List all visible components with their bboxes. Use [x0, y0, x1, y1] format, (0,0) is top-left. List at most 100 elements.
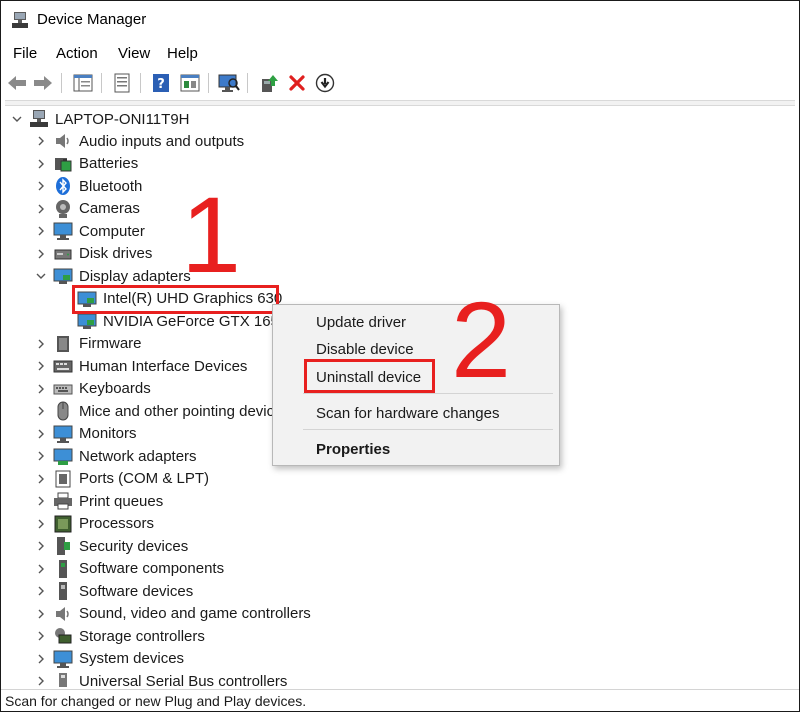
tree-root-label: LAPTOP-ONI11T9H: [55, 110, 190, 128]
display-adapter-icon: [53, 266, 73, 286]
resource-view-icon[interactable]: [178, 71, 202, 95]
tree-root[interactable]: LAPTOP-ONI11T9H: [11, 108, 190, 130]
chevron-right-icon[interactable]: [35, 648, 47, 670]
chevron-right-icon[interactable]: [35, 175, 47, 197]
tree-item-security-devices[interactable]: Security devices: [35, 535, 188, 557]
chevron-right-icon[interactable]: [35, 423, 47, 445]
chevron-right-icon[interactable]: [35, 445, 47, 467]
title-bar: Device Manager: [1, 1, 799, 39]
menu-file[interactable]: File: [11, 43, 39, 65]
menu-item-update-driver[interactable]: Update driver: [316, 314, 406, 331]
chevron-right-icon[interactable]: [35, 355, 47, 377]
tree-item-batteries[interactable]: Batteries: [35, 153, 138, 175]
tree-item-audio[interactable]: Audio inputs and outputs: [35, 130, 244, 152]
tree-item-computer[interactable]: Computer: [35, 220, 145, 242]
chevron-right-icon[interactable]: [35, 378, 47, 400]
menu-item-scan-hardware[interactable]: Scan for hardware changes: [316, 405, 499, 422]
tree-item-label: Storage controllers: [79, 627, 205, 645]
tree-item-print-queues[interactable]: Print queues: [35, 490, 163, 512]
chevron-right-icon[interactable]: [35, 558, 47, 580]
tree-item-label: Processors: [79, 515, 155, 532]
tree-item-ports[interactable]: Ports (COM & LPT): [35, 468, 209, 490]
tree-item-label: Ports (COM & LPT): [79, 470, 210, 487]
chevron-right-icon[interactable]: [35, 535, 47, 557]
tree-item-network-adapters[interactable]: Network adapters: [35, 445, 197, 467]
chevron-right-icon[interactable]: [35, 603, 47, 625]
tree-item-monitors[interactable]: Monitors: [35, 423, 137, 445]
chevron-right-icon[interactable]: [35, 468, 47, 490]
tree-item-label: Mice and other pointing devices: [79, 402, 290, 420]
highlight-box-step2: [304, 359, 435, 393]
tree-item-usb-controllers[interactable]: Universal Serial Bus controllers: [35, 670, 287, 687]
toolbar-separator: [101, 73, 102, 93]
tree-item-system-devices[interactable]: System devices: [35, 648, 184, 670]
chevron-right-icon[interactable]: [35, 153, 47, 175]
chevron-right-icon[interactable]: [35, 625, 47, 647]
chevron-down-icon[interactable]: [11, 108, 23, 130]
tree-item-mice[interactable]: Mice and other pointing devices: [35, 400, 290, 422]
update-driver-icon[interactable]: [257, 71, 281, 95]
tree-item-label: Software devices: [79, 582, 194, 600]
tree-item-bluetooth[interactable]: Bluetooth: [35, 175, 142, 197]
tree-item-label: Disk drives: [79, 245, 153, 262]
status-text: Scan for changed or new Plug and Play de…: [5, 693, 307, 709]
chevron-right-icon[interactable]: [35, 333, 47, 355]
tree-item-label: Security devices: [79, 537, 189, 555]
chevron-right-icon[interactable]: [35, 580, 47, 602]
tree-view-icon[interactable]: [71, 71, 95, 95]
menu-item-disable-device[interactable]: Disable device: [316, 341, 414, 358]
tree-item-label: Print queues: [79, 492, 164, 510]
chevron-right-icon[interactable]: [35, 198, 47, 220]
tree-item-label: Sound, video and game controllers: [79, 605, 311, 622]
menu-view[interactable]: View: [116, 43, 152, 65]
monitor-icon: [53, 424, 73, 444]
chevron-right-icon[interactable]: [35, 243, 47, 265]
tree-item-label: Batteries: [79, 155, 139, 172]
uninstall-x-icon[interactable]: [285, 71, 309, 95]
scan-monitor-icon[interactable]: [217, 71, 241, 95]
menu-item-properties[interactable]: Properties: [316, 441, 390, 458]
chevron-right-icon[interactable]: [35, 400, 47, 422]
tree-item-firmware[interactable]: Firmware: [35, 333, 142, 355]
highlight-box-step1: [72, 285, 279, 314]
properties-icon[interactable]: [110, 71, 134, 95]
toolbar-separator: [140, 73, 141, 93]
toolbar-separator: [61, 73, 62, 93]
tree-item-label: System devices: [79, 650, 185, 667]
tree-item-hid[interactable]: Human Interface Devices: [35, 355, 247, 377]
chevron-right-icon[interactable]: [35, 513, 47, 535]
chevron-right-icon[interactable]: [35, 130, 47, 152]
forward-arrow-icon[interactable]: [31, 71, 55, 95]
tree-item-sound-video[interactable]: Sound, video and game controllers: [35, 603, 311, 625]
chevron-right-icon[interactable]: [35, 220, 47, 242]
tree-item-software-components[interactable]: Software components: [35, 558, 224, 580]
menu-action[interactable]: Action: [54, 43, 100, 65]
tree-item-label: Human Interface Devices: [79, 357, 248, 375]
monitor-icon: [53, 221, 73, 241]
speaker-icon: [53, 604, 73, 624]
port-icon: [53, 469, 73, 489]
tree-item-label: Audio inputs and outputs: [79, 132, 245, 150]
bluetooth-icon: [53, 176, 73, 196]
mouse-icon: [53, 401, 73, 421]
help-icon[interactable]: ?: [149, 71, 173, 95]
speaker-icon: [53, 131, 73, 151]
tree-item-label: Network adapters: [79, 447, 197, 465]
download-circle-icon[interactable]: [313, 71, 337, 95]
back-arrow-icon[interactable]: [5, 71, 29, 95]
chevron-right-icon[interactable]: [35, 670, 47, 687]
chevron-right-icon[interactable]: [35, 490, 47, 512]
tree-item-keyboards[interactable]: Keyboards: [35, 378, 151, 400]
tree-item-storage-controllers[interactable]: Storage controllers: [35, 625, 205, 647]
tree-item-cameras[interactable]: Cameras: [35, 198, 140, 220]
tree-item-disk-drives[interactable]: Disk drives: [35, 243, 152, 265]
tree-item-display-adapters[interactable]: Display adapters: [35, 265, 191, 287]
menu-help[interactable]: Help: [165, 43, 200, 65]
tree-item-software-devices[interactable]: Software devices: [35, 580, 193, 602]
software-device-icon: [53, 581, 73, 601]
chevron-down-icon[interactable]: [35, 265, 47, 287]
keyboard-icon: [53, 379, 73, 399]
tree-item-processors[interactable]: Processors: [35, 513, 154, 535]
printer-icon: [53, 491, 73, 511]
usb-icon: [53, 671, 73, 687]
